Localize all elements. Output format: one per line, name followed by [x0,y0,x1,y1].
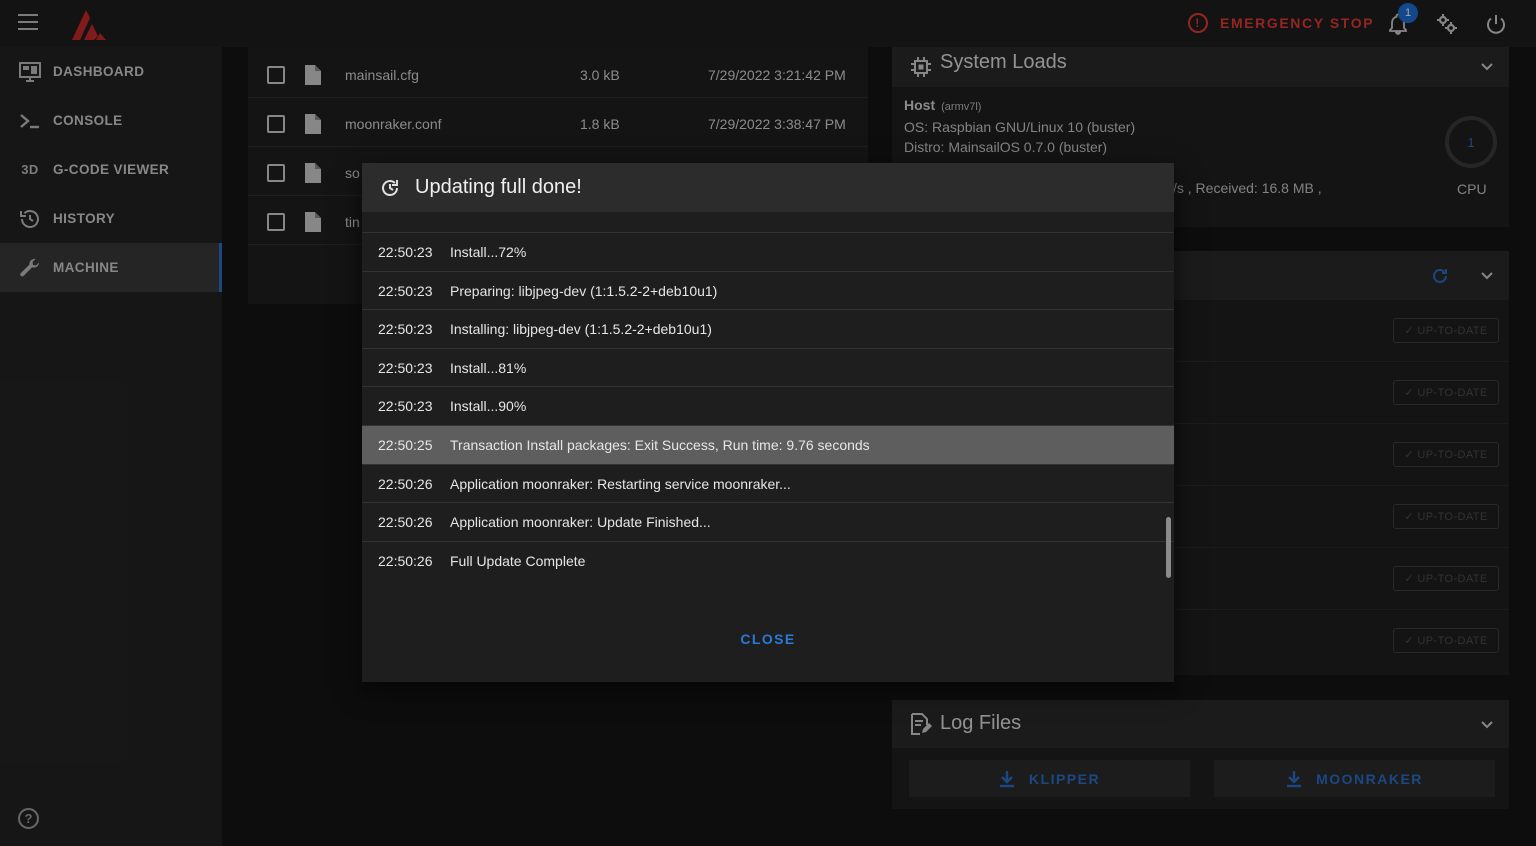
log-scrollbar[interactable] [1166,517,1171,578]
log-row: 22:50:23 Preparing: libjpeg-dev (1:1.5.2-… [362,272,1174,311]
log-time: 22:50:23 [378,398,433,415]
update-icon [382,180,398,196]
log-row: 22:50:23 Install...72% [362,233,1174,272]
log-time: 22:50:26 [378,475,433,492]
log-message: Full Update Complete [450,552,586,569]
log-time: 22:50:23 [378,244,433,260]
dialog-header: Updating full done! [362,163,1174,212]
log-time: 22:50:26 [378,514,433,531]
close-button[interactable]: CLOSE [728,631,808,655]
log-message: Installing: libjpeg-dev (1:1.5.2-2+deb10… [450,321,712,338]
log-row: 22:50:26 Application moonraker: Update Fi… [362,503,1174,542]
log-message: Install...72% [450,244,527,260]
log-time: 22:50:26 [378,552,433,569]
log-time: 22:50:25 [378,437,433,453]
update-log-list[interactable]: 22:50:23 Install...72% 22:50:23 Preparing:… [362,232,1174,592]
log-time: 22:50:23 [378,282,433,299]
log-row: 22:50:25 Transaction Install packages: Ex… [362,426,1174,465]
log-time: 22:50:23 [378,321,433,338]
log-message: Application moonraker: Update Finished..… [450,514,711,531]
dialog-title: Updating full done! [415,176,582,198]
log-row: 22:50:26 Application moonraker: Restartin… [362,465,1174,504]
log-row: 22:50:23 Installing: libjpeg-dev (1:1.5.2… [362,310,1174,349]
log-message: Install...90% [450,398,527,415]
log-row: 22:50:23 Install...81% [362,349,1174,388]
log-time: 22:50:23 [378,359,433,376]
update-dialog: Updating full done! 22:50:23 Install...72… [362,163,1174,682]
log-message: Transaction Install packages: Exit Succe… [450,437,870,453]
log-message: Preparing: libjpeg-dev (1:1.5.2-2+deb10u… [450,282,718,299]
log-message: Application moonraker: Restarting servic… [450,475,791,492]
log-row: 22:50:23 Install...90% [362,387,1174,426]
log-message: Install...81% [450,359,527,376]
log-row: 22:50:26 Full Update Complete [362,542,1174,581]
